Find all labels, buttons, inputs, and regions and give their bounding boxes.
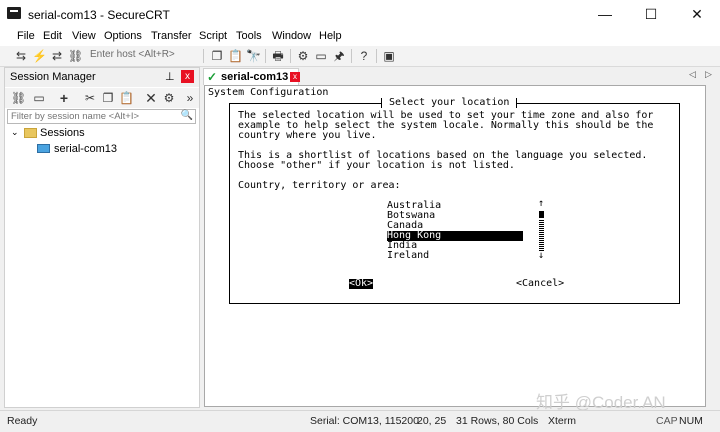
connect-icon[interactable]: ⇆	[14, 49, 28, 63]
list-scroll-down-arrow-icon[interactable]: ↓	[537, 251, 545, 261]
toolbar-separator	[376, 49, 377, 63]
list-scrollbar-track[interactable]	[539, 220, 544, 251]
status-terminal-size: 31 Rows, 80 Cols	[456, 415, 539, 427]
title-bar: serial-com13 - SecureCRT — ☐ ✕	[0, 0, 720, 28]
tree-item-sessions[interactable]: Sessions	[40, 127, 85, 139]
tab-label: serial-com13	[221, 71, 289, 83]
properties-gear-icon[interactable]: ⚙	[162, 91, 176, 105]
keymap-icon[interactable]: 🖈	[332, 49, 346, 63]
toolbar-separator	[351, 49, 352, 63]
sftp-icon[interactable]: ▣	[382, 49, 396, 63]
print-icon[interactable]: 🖶	[271, 49, 285, 63]
maximize-button[interactable]: ☐	[628, 0, 674, 28]
menu-bar: File Edit View Options Transfer Script T…	[0, 28, 720, 46]
tab-close-button[interactable]: x	[290, 72, 300, 82]
search-icon[interactable]: 🔍	[181, 110, 193, 121]
connected-check-icon: ✓	[207, 70, 218, 84]
dialog-text-line: country where you live.	[238, 130, 377, 141]
menu-script[interactable]: Script	[199, 30, 227, 42]
toolbar-separator	[203, 49, 204, 63]
status-connection: Serial: COM13, 115200	[310, 415, 419, 427]
list-scroll-up-arrow-icon[interactable]: ↑	[537, 199, 545, 209]
paste-icon[interactable]: 📋	[228, 49, 243, 63]
cut-icon[interactable]: ✂	[83, 91, 97, 105]
tab-strip: ✓ serial-com13 x ◁ ▷	[200, 67, 720, 85]
terminal-screen[interactable]: System Configuration Select your locatio…	[204, 85, 706, 407]
copy-icon[interactable]: ❐	[101, 91, 115, 105]
dialog-title: Select your location	[381, 97, 518, 108]
menu-transfer[interactable]: Transfer	[151, 30, 192, 42]
tab-scroll-right-icon[interactable]: ▷	[705, 69, 712, 80]
menu-window[interactable]: Window	[272, 30, 311, 42]
status-cursor-position: 20, 25	[417, 415, 447, 427]
find-icon[interactable]: 🔭	[246, 49, 261, 63]
disconnect-icon[interactable]: ⛓	[68, 49, 83, 63]
toolbar-separator	[265, 49, 266, 63]
status-num-lock: NUM	[679, 415, 703, 427]
terminal-header: System Configuration	[208, 87, 329, 98]
ok-button[interactable]: <Ok>	[349, 279, 374, 289]
menu-view[interactable]: View	[72, 30, 96, 42]
reconnect-icon[interactable]: ⇄	[50, 49, 64, 63]
select-location-dialog: Select your location The selected locati…	[229, 98, 680, 304]
tree-item-serial-com13[interactable]: serial-com13	[54, 143, 117, 155]
copy-icon[interactable]: ❐	[210, 49, 224, 63]
minimize-button[interactable]: —	[582, 0, 628, 28]
menu-options[interactable]: Options	[104, 30, 142, 42]
settings-gear-icon[interactable]: ⚙	[296, 49, 310, 63]
paste-icon[interactable]: 📋	[119, 91, 134, 105]
securecrt-app-icon	[7, 7, 21, 19]
session-manager-header: Session Manager ⊥ x	[5, 68, 199, 87]
cancel-button[interactable]: <Cancel>	[516, 279, 564, 289]
terminal-scrollbar[interactable]	[706, 85, 720, 407]
session-manager-close-button[interactable]: x	[181, 70, 194, 83]
connect-tab-icon[interactable]: ▭	[32, 91, 46, 105]
list-scrollbar-thumb[interactable]	[539, 211, 544, 218]
menu-edit[interactable]: Edit	[43, 30, 62, 42]
session-manager-toolbar: ⛓ ▭ + ✂ ❐ 📋 ✕ ⚙ »	[5, 88, 199, 108]
tab-scroll-left-icon[interactable]: ◁	[689, 69, 696, 80]
toolbar-separator	[290, 49, 291, 63]
location-option-ireland[interactable]: Ireland	[387, 251, 523, 261]
tab-serial-com13[interactable]: ✓ serial-com13 x	[203, 68, 300, 85]
session-monitor-icon	[37, 144, 50, 153]
tree-expander-icon[interactable]: ⌄	[11, 127, 19, 138]
main-toolbar: ⇆ ⚡ ⇄ ⛓ Enter host <Alt+R> ❐ 📋 🔭 🖶 ⚙ ▭ 🖈…	[0, 46, 720, 67]
dialog-text-line: Country, territory or area:	[238, 180, 401, 191]
folder-icon	[24, 128, 37, 138]
menu-help[interactable]: Help	[319, 30, 342, 42]
overflow-chevron-icon[interactable]: »	[183, 91, 197, 105]
session-manager-title: Session Manager	[10, 71, 96, 83]
connect-link-icon[interactable]: ⛓	[11, 91, 26, 105]
close-window-button[interactable]: ✕	[674, 0, 720, 28]
menu-file[interactable]: File	[17, 30, 35, 42]
session-manager-panel: Session Manager ⊥ x ⛓ ▭ + ✂ ❐ 📋 ✕ ⚙ » 🔍 …	[4, 67, 200, 408]
status-ready: Ready	[7, 415, 38, 427]
window-title: serial-com13 - SecureCRT	[28, 8, 170, 22]
global-options-icon[interactable]: ▭	[314, 49, 328, 63]
status-emulation: Xterm	[548, 415, 577, 427]
quick-connect-field[interactable]: Enter host <Alt+R>	[90, 49, 175, 60]
session-filter-input[interactable]	[8, 110, 186, 123]
menu-tools[interactable]: Tools	[236, 30, 262, 42]
delete-x-icon[interactable]: ✕	[144, 91, 158, 105]
status-caps-lock: CAP	[656, 415, 678, 427]
dialog-text-line: Choose "other" if your location is not l…	[238, 160, 515, 171]
quick-connect-icon[interactable]: ⚡	[32, 49, 47, 63]
status-bar: Ready Serial: COM13, 115200 20, 25 31 Ro…	[0, 410, 720, 432]
help-icon[interactable]: ?	[357, 49, 371, 63]
pin-icon[interactable]: ⊥	[165, 70, 175, 83]
session-filter-field[interactable]: 🔍	[7, 109, 196, 124]
new-session-plus-icon[interactable]: +	[57, 91, 71, 105]
